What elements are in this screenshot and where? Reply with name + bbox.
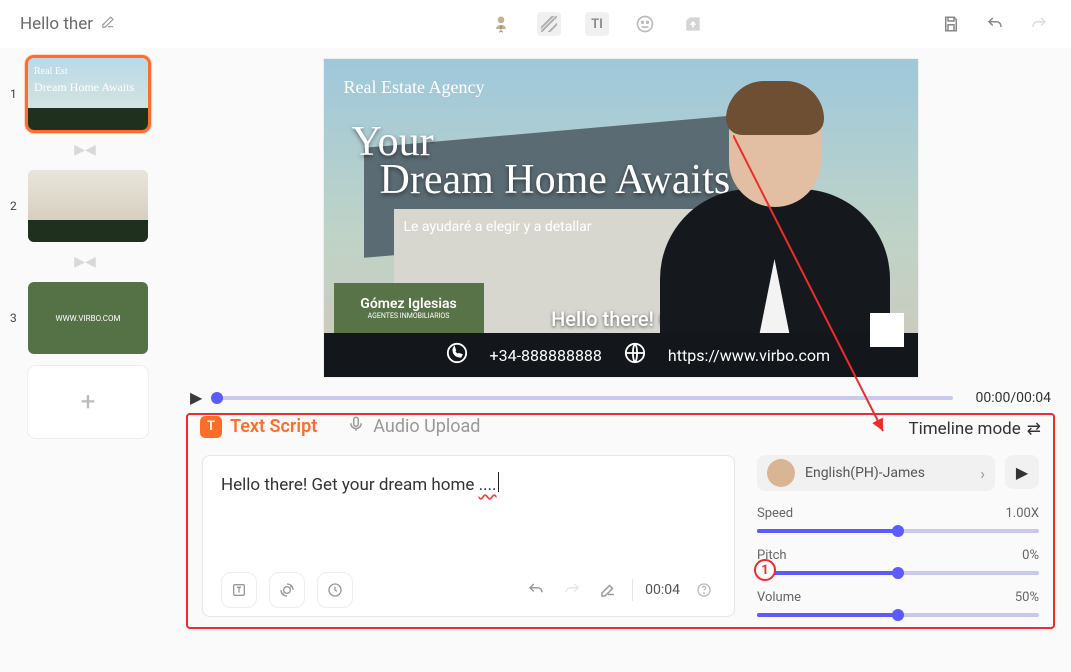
tab-audio-upload[interactable]: Audio Upload [347,415,480,438]
tab-text-script[interactable]: T Text Script [200,416,317,438]
avatar-figure[interactable] [660,69,890,378]
slide-panel: 1 Real Est Dream Home Awaits ▶◀ 2 ▶◀ 3 W… [0,48,170,672]
script-duration: 00:04 [645,582,680,598]
clear-button[interactable] [596,578,620,602]
swap-icon: ⇄ [1027,419,1041,439]
agency-label: Real Estate Agency [344,77,485,98]
subline-text: Le ayudaré a elegir y a detallar [404,219,592,235]
script-redo-icon[interactable] [560,578,584,602]
seek-bar[interactable] [216,396,953,400]
script-undo-icon[interactable] [524,578,548,602]
script-textarea[interactable]: Hello there! Get your dream home .... 00… [202,455,735,617]
voice-preview-button[interactable]: ▶ [1005,455,1039,489]
url-text: https://www.virbo.com [668,346,830,365]
slide-number: 3 [10,311,20,325]
timeline-mode-toggle[interactable]: Timeline mode ⇄ [908,419,1041,439]
pitch-slider[interactable]: 1 [757,571,1039,575]
transition-icon[interactable]: ▶◀ [10,254,160,270]
help-icon[interactable] [692,578,716,602]
sticker-tool-icon[interactable] [633,12,657,36]
top-bar: Hello ther TI [0,0,1071,48]
agent-card: Gómez Iglesias AGENTES INMOBILIARIOS [334,283,484,333]
background-tool-icon[interactable] [537,12,561,36]
script-panel: T Text Script Audio Upload Timeline mode… [186,413,1055,629]
phone-text: +34-888888888 [490,346,602,365]
save-icon[interactable] [939,12,963,36]
callout-marker-1: 1 [754,559,776,581]
pitch-value: 0% [1022,548,1039,563]
qr-code-icon [870,313,904,347]
translate-button[interactable] [269,572,305,608]
volume-label: Volume [757,590,801,605]
slide-thumbnail-3[interactable]: WWW.VIRBO.COM [28,282,148,354]
slide-number: 1 [10,87,20,101]
avatar-tool-icon[interactable] [489,12,513,36]
transition-icon[interactable]: ▶◀ [10,142,160,158]
slide-number: 2 [10,199,20,213]
volume-slider[interactable] [757,613,1039,617]
document-title[interactable]: Hello ther [20,14,93,34]
play-button[interactable]: ▶ [190,388,202,407]
script-content: Hello there! Get your dream home [221,475,479,495]
slide-thumbnail-1[interactable]: Real Est Dream Home Awaits [28,58,148,130]
voice-selector[interactable]: English(PH)-James › [757,455,995,491]
contact-strip: +34-888888888 https://www.virbo.com [324,333,918,377]
undo-icon[interactable] [983,12,1007,36]
speed-value: 1.00X [1006,506,1040,521]
microphone-icon [347,415,365,438]
time-display: 00:00/00:04 [975,390,1051,406]
voice-avatar-icon [767,459,795,487]
insert-pause-button[interactable] [221,572,257,608]
speed-slider[interactable] [757,529,1039,533]
preview-canvas[interactable]: Real Estate Agency Your Dream Home Await… [323,58,919,378]
chevron-right-icon: › [980,464,985,483]
phone-icon [446,342,468,368]
redo-icon[interactable] [1027,12,1051,36]
player-bar: ▶ 00:00/00:04 [170,378,1071,413]
text-tool-icon[interactable]: TI [585,12,609,36]
add-slide-button[interactable]: + [28,366,148,438]
voice-name-label: English(PH)-James [805,465,970,481]
slide-thumbnail-2[interactable] [28,170,148,242]
speed-label: Speed [757,506,793,521]
history-button[interactable] [317,572,353,608]
edit-title-icon[interactable] [101,15,115,33]
upload-tool-icon[interactable] [681,12,705,36]
globe-icon [624,342,646,368]
text-script-icon: T [200,416,222,438]
volume-value: 50% [1015,590,1039,605]
